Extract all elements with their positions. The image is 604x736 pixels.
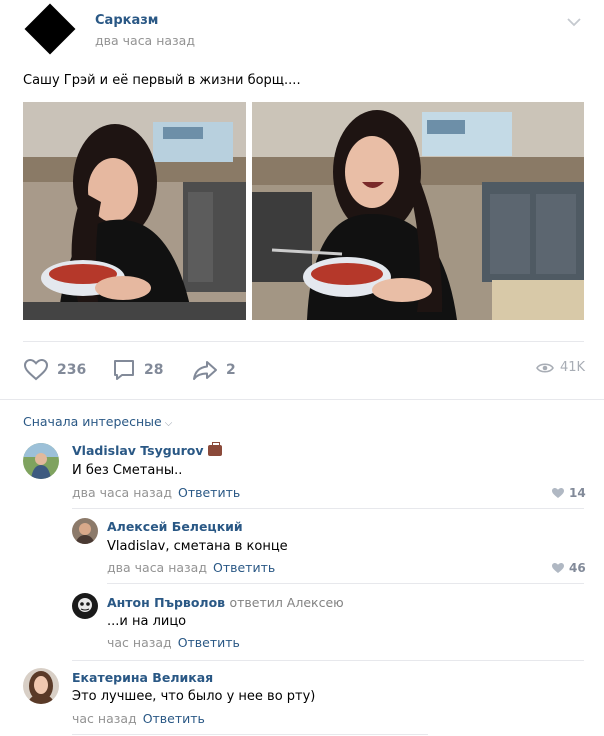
avatar[interactable] [72, 518, 98, 544]
comment-text: Это лучшее, что было у нее во рту) [72, 689, 316, 704]
like-count: 236 [57, 362, 87, 378]
comment-meta: час назад Ответить [107, 635, 240, 650]
chevron-down-icon[interactable] [566, 14, 582, 30]
actions-divider [23, 341, 584, 342]
comment-text: Vladislav, сметана в конце [107, 539, 288, 554]
post-time[interactable]: два часа назад [95, 33, 195, 48]
share-button[interactable]: 2 [192, 357, 236, 383]
comment-like-count: 46 [569, 561, 586, 575]
comment-author[interactable]: Алексей Белецкий [107, 519, 243, 534]
briefcase-icon [207, 442, 222, 456]
comment-divider [72, 660, 584, 661]
comment-like-button[interactable]: 46 [551, 561, 586, 575]
avatar[interactable] [72, 593, 98, 619]
comment-time[interactable]: час назад [107, 635, 172, 650]
share-count: 2 [226, 362, 236, 378]
comment-like-button[interactable]: 14 [551, 486, 586, 500]
share-icon [193, 361, 217, 380]
comment-divider [72, 734, 428, 735]
reply-button[interactable]: Ответить [178, 485, 240, 500]
avatar[interactable] [23, 443, 59, 479]
comment-time[interactable]: два часа назад [72, 485, 172, 500]
comment-author[interactable]: Vladislav Tsygurov [72, 442, 222, 458]
sort-label: Сначала интересные [23, 414, 162, 429]
comment-author[interactable]: Екатерина Великая [72, 670, 213, 685]
group-name[interactable]: Сарказм [95, 13, 158, 28]
comment-icon [114, 360, 134, 380]
post-photo-2[interactable] [252, 102, 584, 320]
heart-icon [552, 488, 564, 498]
reply-button[interactable]: Ответить [178, 635, 240, 650]
views-count: 41K [560, 360, 586, 375]
comment-time[interactable]: два часа назад [107, 560, 207, 575]
comments-divider [0, 399, 604, 400]
comment-sort-dropdown[interactable]: Сначала интересные ⌵ [23, 414, 172, 429]
comment-meta: час назад Ответить [72, 711, 205, 726]
comment-text: ...и на лицо [107, 614, 187, 629]
avatar[interactable] [23, 668, 59, 704]
comment-meta: два часа назад Ответить [72, 485, 240, 500]
reply-button[interactable]: Ответить [213, 560, 275, 575]
like-button[interactable]: 236 [23, 357, 86, 383]
comment-like-count: 14 [569, 486, 586, 500]
post-text: Сашу Грэй и её первый в жизни борщ.... [23, 73, 301, 88]
replied-to[interactable]: ответил Алексею [229, 595, 343, 610]
chevron-down-icon: ⌵ [164, 418, 173, 429]
comment-time[interactable]: час назад [72, 711, 137, 726]
post-photo-1[interactable] [23, 102, 246, 320]
views-counter: 41K [536, 360, 585, 375]
comment-author[interactable]: Антон Първолов ответил Алексею [107, 595, 344, 610]
post-header: Сарказм два часа назад [0, 0, 604, 70]
group-avatar[interactable] [24, 3, 76, 55]
heart-icon [552, 563, 564, 573]
reply-button[interactable]: Ответить [143, 711, 205, 726]
comment-button[interactable]: 28 [112, 357, 163, 383]
comment-divider [72, 508, 584, 509]
heart-icon [23, 358, 49, 381]
eye-icon [536, 362, 554, 373]
comment-text: И без Сметаны.. [72, 463, 183, 478]
comment-divider [107, 583, 584, 584]
comment-count: 28 [144, 362, 164, 378]
comment-meta: два часа назад Ответить [107, 560, 275, 575]
